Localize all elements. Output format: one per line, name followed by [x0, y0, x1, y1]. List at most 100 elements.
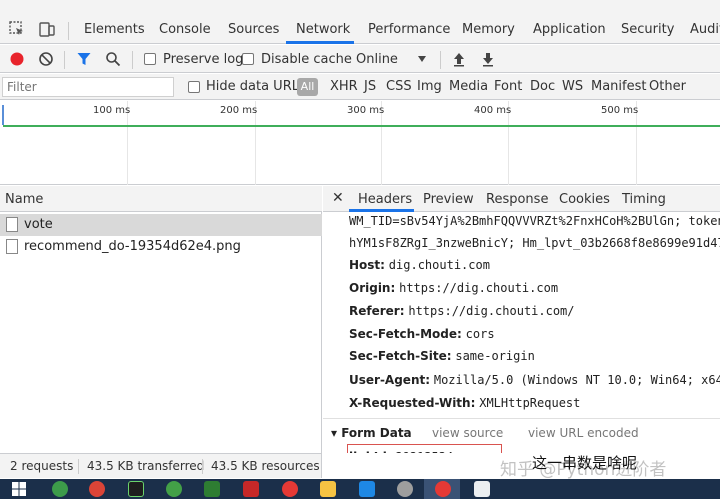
preserve-log-label: Preserve log — [163, 52, 244, 67]
filter-bar: Hide data URLs All XHR JS CSS Img Media … — [0, 74, 720, 100]
export-har-icon[interactable] — [481, 51, 495, 67]
resources-size: 43.5 KB resources — [211, 459, 320, 473]
hide-data-urls-label: Hide data URLs — [206, 79, 306, 94]
timeline-load-bar — [3, 125, 720, 127]
filter-type-css[interactable]: CSS — [386, 79, 412, 94]
timeline-label: 200 ms — [220, 105, 258, 116]
toolbar-divider — [132, 51, 133, 69]
hide-data-urls-checkbox[interactable] — [188, 81, 200, 93]
disable-cache-checkbox[interactable] — [242, 53, 254, 65]
timeline-label: 400 ms — [474, 105, 512, 116]
timeline-label: 500 ms — [601, 105, 639, 116]
tab-application[interactable]: Application — [533, 22, 606, 37]
request-row-vote[interactable]: vote — [0, 214, 322, 236]
toolbar-divider — [68, 22, 69, 40]
tab-memory[interactable]: Memory — [462, 22, 515, 37]
transferred-size: 43.5 KB transferred — [87, 459, 205, 473]
timeline-overview[interactable]: 100 ms 200 ms 300 ms 400 ms 500 ms — [0, 101, 720, 185]
network-toolbar: Preserve log Disable cache Online — [0, 45, 720, 73]
tab-elements[interactable]: Elements — [84, 22, 145, 37]
import-har-icon[interactable] — [452, 51, 466, 67]
filter-type-doc[interactable]: Doc — [530, 79, 555, 94]
filter-type-xhr[interactable]: XHR — [330, 79, 358, 94]
filter-type-js[interactable]: JS — [364, 79, 376, 94]
timeline-request-marker — [2, 105, 4, 125]
name-column-label: Name — [5, 192, 44, 207]
tab-preview[interactable]: Preview — [423, 192, 474, 207]
tab-performance[interactable]: Performance — [368, 22, 450, 37]
tab-sources[interactable]: Sources — [228, 22, 279, 37]
app-icon[interactable] — [166, 481, 182, 497]
view-source-link[interactable]: view source — [432, 426, 503, 440]
app-icon[interactable] — [397, 481, 413, 497]
app-icon[interactable] — [243, 481, 259, 497]
header-sec-fetch-site: Sec-Fetch-Site: same-origin — [349, 349, 535, 363]
filter-type-media[interactable]: Media — [449, 79, 488, 94]
section-divider — [323, 418, 720, 419]
toolbar-divider — [64, 51, 65, 69]
filter-type-other[interactable]: Other — [649, 79, 686, 94]
request-name: recommend_do-19354d62e4.png — [24, 239, 241, 254]
filter-type-ws[interactable]: WS — [562, 79, 583, 94]
chrome-icon[interactable] — [89, 481, 105, 497]
filter-type-font[interactable]: Font — [494, 79, 522, 94]
header-sec-fetch-mode: Sec-Fetch-Mode: cors — [349, 327, 495, 341]
status-divider — [78, 459, 79, 474]
timeline-label: 300 ms — [347, 105, 385, 116]
header-origin: Origin: https://dig.chouti.com — [349, 281, 559, 295]
pycharm-icon[interactable] — [128, 481, 144, 497]
network-summary-bar: 2 requests 43.5 KB transferred 43.5 KB r… — [0, 453, 322, 478]
timeline-label: 100 ms — [93, 105, 131, 116]
record-icon[interactable] — [9, 51, 25, 67]
chevron-down-icon[interactable] — [417, 55, 427, 63]
tab-headers[interactable]: Headers — [358, 192, 412, 207]
form-data-section-toggle[interactable]: ▾ Form Data — [331, 426, 412, 440]
tab-network[interactable]: Network — [296, 22, 350, 37]
disable-cache-label: Disable cache — [261, 52, 352, 67]
search-icon[interactable] — [105, 51, 121, 67]
inspect-element-icon[interactable] — [8, 20, 26, 38]
windows-taskbar — [0, 479, 720, 499]
cookie-value-line: hYM1sF8ZRgI_3nzweBnicY; Hm_lpvt_03b2668f… — [349, 236, 720, 250]
filter-type-manifest[interactable]: Manifest — [591, 79, 646, 94]
chrome-icon[interactable] — [282, 481, 298, 497]
file-explorer-icon[interactable] — [320, 481, 336, 497]
windows-start-icon[interactable] — [12, 482, 26, 496]
tab-console[interactable]: Console — [159, 22, 211, 37]
document-icon — [6, 239, 18, 254]
tab-security[interactable]: Security — [621, 22, 674, 37]
status-divider — [202, 459, 203, 474]
clear-icon[interactable] — [38, 51, 54, 67]
filter-icon[interactable] — [76, 51, 92, 67]
header-user-agent: User-Agent: Mozilla/5.0 (Windows NT 10.0… — [349, 373, 720, 387]
tab-response[interactable]: Response — [486, 192, 548, 207]
word-icon[interactable] — [359, 481, 375, 497]
chrome-icon[interactable] — [435, 481, 451, 497]
browser-app-icon[interactable] — [52, 481, 68, 497]
device-toolbar-icon[interactable] — [38, 20, 56, 38]
form-data-linkid: linkId: 29213534 — [349, 450, 453, 453]
preserve-log-checkbox[interactable] — [144, 53, 156, 65]
filter-input[interactable] — [2, 77, 174, 97]
name-column-header[interactable]: Name — [0, 186, 322, 212]
request-row-recommend[interactable]: recommend_do-19354d62e4.png — [0, 236, 322, 258]
close-icon[interactable]: ✕ — [332, 190, 344, 206]
request-count: 2 requests — [10, 459, 74, 473]
throttling-select[interactable]: Online — [356, 52, 398, 67]
app-icon[interactable] — [204, 481, 220, 497]
cookie-value-line: WM_TID=sBv54YjA%2BmhFQQVVVRZt%2FnxHCoH%2… — [349, 214, 720, 228]
tab-cookies[interactable]: Cookies — [559, 192, 610, 207]
tab-audits[interactable]: Audits — [690, 22, 720, 37]
details-tab-bar: ✕ Headers Preview Response Cookies Timin… — [323, 186, 720, 212]
view-url-encoded-link[interactable]: view URL encoded — [528, 426, 639, 440]
request-name: vote — [24, 217, 53, 232]
filter-type-img[interactable]: Img — [417, 79, 442, 94]
document-icon — [6, 217, 18, 232]
active-tab-indicator — [349, 209, 414, 212]
filter-type-all[interactable]: All — [297, 78, 318, 96]
annotation-text: 这一串数是啥呢 — [532, 454, 638, 472]
tab-timing[interactable]: Timing — [622, 192, 666, 207]
header-referer: Referer: https://dig.chouti.com/ — [349, 304, 575, 318]
toolbar-divider — [440, 51, 441, 69]
app-icon[interactable] — [474, 481, 490, 497]
